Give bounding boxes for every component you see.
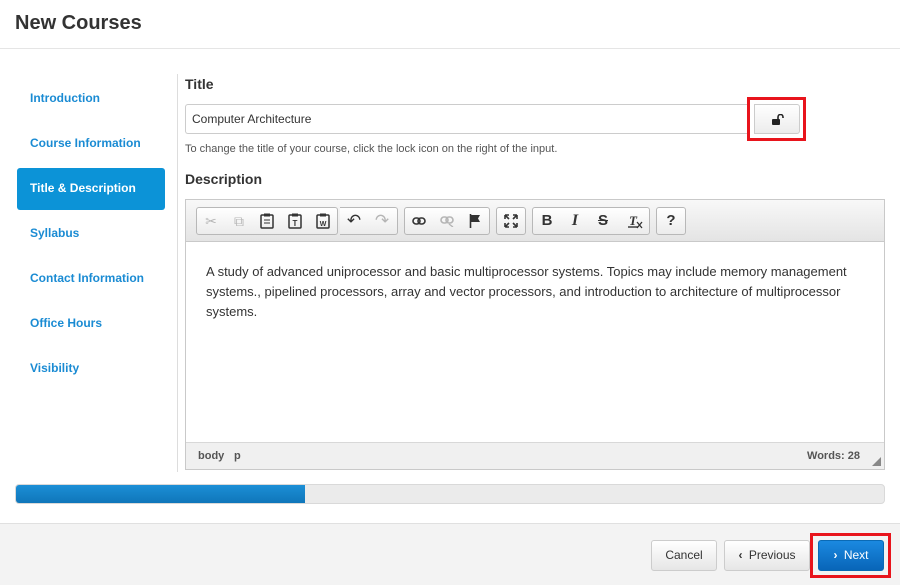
- sidebar-item-course-information[interactable]: Course Information: [17, 123, 165, 165]
- resize-grip-icon[interactable]: [872, 457, 881, 466]
- sidebar-item-syllabus[interactable]: Syllabus: [17, 213, 165, 255]
- word-count: Words: 28: [807, 450, 860, 462]
- sidebar-item-introduction[interactable]: Introduction: [17, 78, 165, 120]
- paste-from-word-icon[interactable]: W: [309, 208, 337, 234]
- italic-button[interactable]: I: [561, 208, 589, 234]
- modal-header: New Courses: [0, 0, 900, 49]
- help-group: ?: [656, 207, 686, 235]
- link-icon[interactable]: [405, 208, 433, 234]
- anchor-flag-icon[interactable]: [461, 208, 489, 234]
- cut-icon[interactable]: ✂: [197, 208, 225, 234]
- strikethrough-button[interactable]: S: [589, 208, 617, 234]
- unlink-icon[interactable]: [433, 208, 461, 234]
- lock-highlight: [747, 97, 806, 141]
- remove-format-icon[interactable]: T: [621, 208, 649, 234]
- svg-text:T: T: [293, 219, 298, 228]
- modal-title: New Courses: [15, 12, 142, 34]
- description-editor: ✂ ⧉ T W ↶ ↷ B I S T ? A study of advance…: [185, 199, 885, 470]
- help-button[interactable]: ?: [657, 208, 685, 234]
- modal-footer: Cancel ‹ Previous › Next: [0, 523, 900, 585]
- title-label: Title: [185, 76, 214, 92]
- sidebar-divider: [177, 74, 178, 472]
- next-button-label: Next: [843, 548, 869, 562]
- wizard-progress-fill: [16, 485, 306, 503]
- editor-toolbar: ✂ ⧉ T W ↶ ↷ B I S T ?: [186, 200, 884, 242]
- title-input[interactable]: [185, 104, 750, 134]
- paste-as-text-icon[interactable]: T: [281, 208, 309, 234]
- sidebar-item-contact-information[interactable]: Contact Information: [17, 258, 165, 300]
- editor-status-bar: body p Words: 28: [186, 442, 884, 469]
- next-button[interactable]: › Next: [818, 540, 884, 571]
- bold-button[interactable]: B: [533, 208, 561, 234]
- element-path-body[interactable]: body: [198, 450, 224, 462]
- previous-button[interactable]: ‹ Previous: [724, 540, 810, 571]
- previous-button-label: Previous: [748, 548, 796, 562]
- paste-icon[interactable]: [253, 208, 281, 234]
- copy-icon[interactable]: ⧉: [225, 208, 253, 234]
- next-highlight: › Next: [810, 533, 891, 578]
- format-group: B I S T: [532, 207, 650, 235]
- link-group: [404, 207, 490, 235]
- clipboard-group: ✂ ⧉ T W: [196, 207, 338, 235]
- sidebar-item-office-hours[interactable]: Office Hours: [17, 303, 165, 345]
- chevron-right-icon: ›: [833, 548, 838, 562]
- maximize-icon[interactable]: [497, 208, 525, 234]
- sidebar-item-visibility[interactable]: Visibility: [17, 348, 165, 390]
- redo-icon[interactable]: ↷: [368, 208, 396, 234]
- element-path-p[interactable]: p: [234, 450, 241, 462]
- undo-icon[interactable]: ↶: [340, 208, 368, 234]
- wizard-progress-bar: [15, 484, 885, 504]
- cancel-button[interactable]: Cancel: [651, 540, 717, 571]
- sidebar-item-title-description[interactable]: Title & Description: [17, 168, 165, 210]
- lock-toggle-button[interactable]: [754, 104, 800, 134]
- title-help-text: To change the title of your course, clic…: [185, 143, 558, 155]
- chevron-left-icon: ‹: [738, 548, 743, 562]
- unlocked-padlock-icon: [772, 114, 784, 125]
- editor-content[interactable]: A study of advanced uniprocessor and bas…: [206, 262, 866, 322]
- maximize-group: [496, 207, 526, 235]
- history-group: ↶ ↷: [340, 207, 398, 235]
- svg-text:T: T: [629, 213, 638, 228]
- wizard-sidebar: Introduction Course Information Title & …: [17, 78, 165, 393]
- svg-text:W: W: [320, 221, 327, 228]
- description-label: Description: [185, 171, 263, 187]
